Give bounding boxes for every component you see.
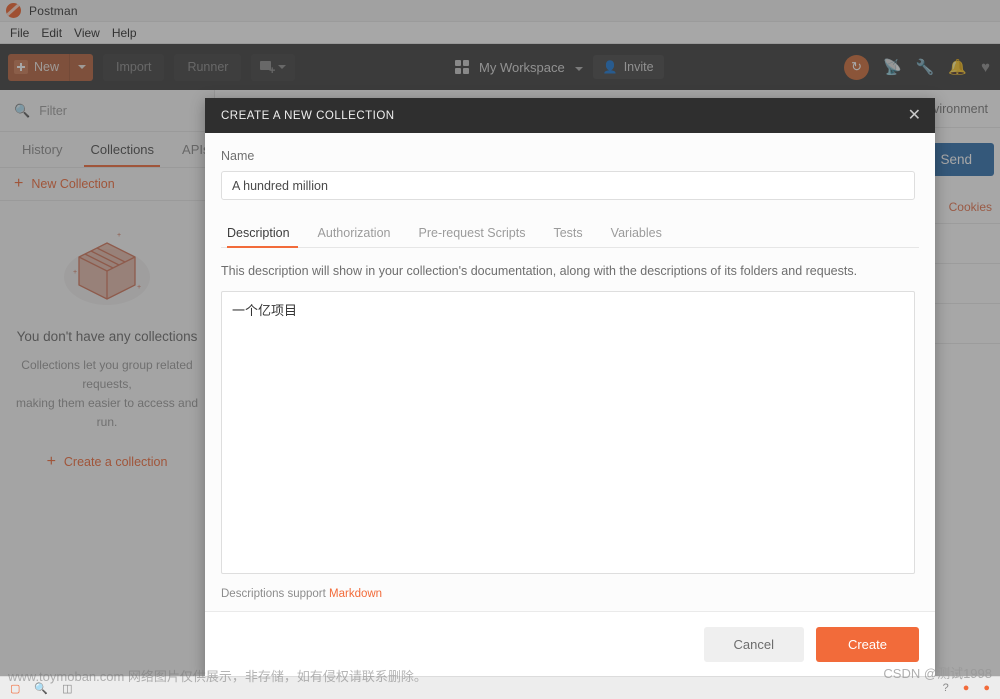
modal-title: CREATE A NEW COLLECTION: [221, 109, 395, 122]
tab-tests[interactable]: Tests: [539, 218, 596, 247]
name-label: Name: [221, 149, 255, 163]
browse-icon[interactable]: ●: [983, 682, 990, 694]
description-textarea[interactable]: [221, 291, 915, 574]
build-icon[interactable]: ●: [963, 682, 970, 694]
find-icon[interactable]: 🔍: [34, 682, 48, 695]
postman-app-window: Postman File Edit View Help New Import R…: [0, 0, 1000, 699]
help-icon[interactable]: ?: [943, 682, 949, 694]
cancel-button[interactable]: Cancel: [703, 627, 804, 662]
create-collection-modal: CREATE A NEW COLLECTION ✕ Name Descripti…: [205, 98, 935, 677]
markdown-link[interactable]: Markdown: [329, 588, 382, 600]
modal-body: Name Description Authorization Pre-reque…: [205, 133, 935, 611]
tab-description[interactable]: Description: [221, 218, 304, 248]
modal-tabs: Description Authorization Pre-request Sc…: [221, 218, 919, 248]
status-bar-right: ? ● ●: [943, 682, 990, 694]
close-icon[interactable]: ✕: [908, 107, 921, 124]
status-bar-left: ▢ 🔍 ◫: [10, 682, 73, 695]
tab-variables[interactable]: Variables: [597, 218, 676, 247]
tab-pre-request-scripts[interactable]: Pre-request Scripts: [405, 218, 540, 247]
modal-header: CREATE A NEW COLLECTION ✕: [205, 98, 935, 133]
description-hint: This description will show in your colle…: [221, 264, 858, 278]
status-bar: ▢ 🔍 ◫ ? ● ●: [0, 676, 1000, 699]
tab-authorization[interactable]: Authorization: [304, 218, 405, 247]
create-button[interactable]: Create: [815, 627, 919, 662]
layout-icon[interactable]: ◫: [62, 682, 72, 695]
modal-footer: Cancel Create: [205, 611, 935, 677]
markdown-support-text: Descriptions support: [221, 588, 326, 600]
markdown-support-row: Descriptions support Markdown: [221, 588, 919, 600]
console-icon[interactable]: ▢: [10, 682, 20, 695]
collection-name-input[interactable]: [221, 171, 915, 200]
